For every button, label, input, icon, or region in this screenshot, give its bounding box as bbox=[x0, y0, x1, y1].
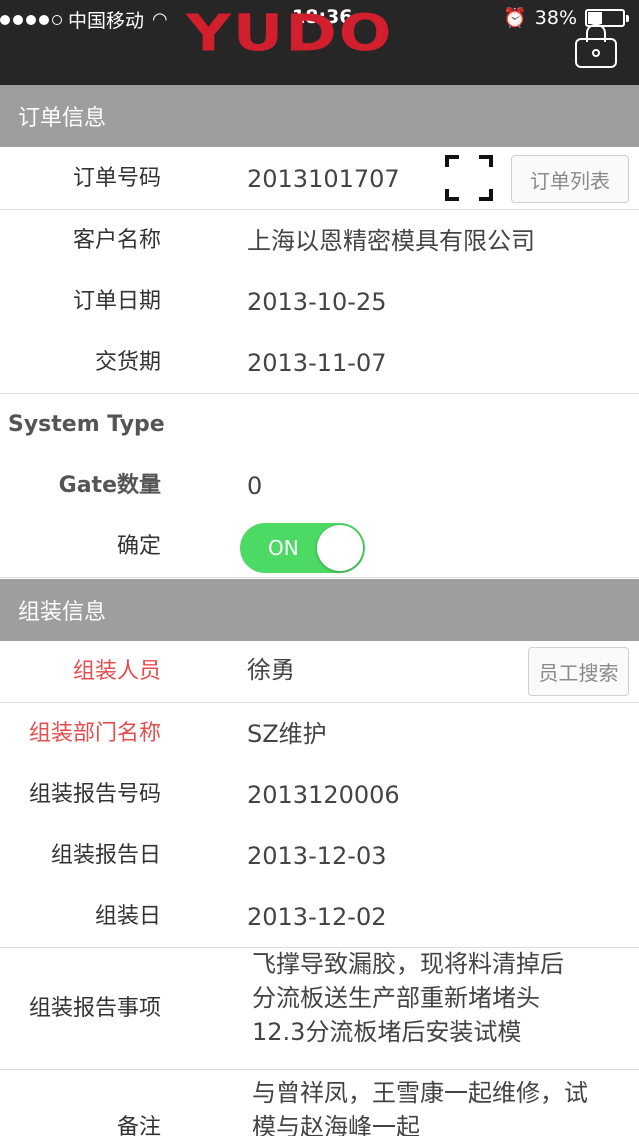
assembly-date-row: 组装日 2013-12-02 bbox=[0, 886, 639, 948]
customer-name-row: 客户名称 上海以恩精密模具有限公司 bbox=[0, 210, 639, 272]
order-list-button[interactable]: 订单列表 bbox=[511, 155, 629, 203]
confirm-toggle[interactable]: ON bbox=[240, 523, 365, 573]
report-items-line: 分流板送生产部重新堵堵头 bbox=[252, 984, 540, 1012]
order-date-value[interactable]: 2013-10-25 bbox=[247, 271, 386, 333]
gate-count-value[interactable]: 0 bbox=[247, 455, 262, 517]
report-date-label: 组装报告日 bbox=[50, 843, 161, 868]
confirm-label: 确定 bbox=[116, 534, 161, 559]
yudo-logo: YUDO bbox=[186, 3, 394, 63]
signal-dots-icon bbox=[0, 14, 62, 25]
customer-name-label: 客户名称 bbox=[72, 228, 161, 253]
customer-name-value[interactable]: 上海以恩精密模具有限公司 bbox=[247, 210, 535, 272]
report-items-line: 飞撑导致漏胶，现将料清掉后 bbox=[252, 950, 564, 978]
remarks-row: 备注 与曾祥凤，王雪康一起维修，试 模与赵海峰一起 bbox=[0, 1070, 639, 1136]
report-items-label: 组装报告事项 bbox=[28, 996, 161, 1021]
remarks-line: 模与赵海峰一起 bbox=[252, 1113, 420, 1136]
department-row: 组装部门名称 SZ维护 bbox=[0, 703, 639, 765]
department-value[interactable]: SZ维护 bbox=[247, 703, 327, 765]
remarks-label: 备注 bbox=[116, 1115, 161, 1136]
report-date-value[interactable]: 2013-12-03 bbox=[247, 825, 386, 887]
assembly-section-header: 组装信息 bbox=[0, 579, 639, 641]
order-number-value[interactable]: 2013101707 bbox=[247, 148, 400, 210]
report-number-value[interactable]: 2013120006 bbox=[247, 764, 400, 826]
battery-percent: 38% bbox=[534, 6, 577, 29]
delivery-date-label: 交货期 bbox=[94, 350, 161, 375]
report-items-text[interactable]: 飞撑导致漏胶，现将料清掉后 分流板送生产部重新堵堵头 12.3分流板堵后安装试模 bbox=[252, 948, 564, 1049]
gate-count-label: Gate数量 bbox=[58, 473, 161, 498]
delivery-date-row: 交货期 2013-11-07 bbox=[0, 332, 639, 394]
order-section-header: 订单信息 bbox=[0, 85, 639, 147]
toggle-on-text: ON bbox=[268, 536, 299, 560]
qr-scan-icon[interactable] bbox=[445, 155, 493, 201]
status-right: ⏰ 38% bbox=[503, 6, 629, 29]
assembly-date-label: 组装日 bbox=[94, 904, 161, 929]
remarks-text[interactable]: 与曾祥凤，王雪康一起维修，试 模与赵海峰一起 bbox=[252, 1076, 588, 1136]
order-date-row: 订单日期 2013-10-25 bbox=[0, 271, 639, 333]
assembler-value[interactable]: 徐勇 bbox=[247, 641, 295, 703]
system-type-label: System Type bbox=[8, 412, 165, 437]
order-number-label: 订单号码 bbox=[72, 166, 161, 191]
report-number-label: 组装报告号码 bbox=[28, 782, 161, 807]
department-label: 组装部门名称 bbox=[28, 721, 161, 746]
report-date-row: 组装报告日 2013-12-03 bbox=[0, 825, 639, 887]
report-items-line: 12.3分流板堵后安装试模 bbox=[252, 1018, 522, 1046]
remarks-line: 与曾祥凤，王雪康一起维修，试 bbox=[252, 1079, 588, 1107]
top-bar: 中国移动 ◠ 18:36 ⏰ 38% YUDO bbox=[0, 0, 639, 85]
carrier-group: 中国移动 ◠ bbox=[0, 6, 168, 33]
system-type-row: System Type bbox=[0, 394, 639, 456]
lock-icon[interactable] bbox=[575, 24, 617, 68]
report-items-row: 组装报告事项 飞撑导致漏胶，现将料清掉后 分流板送生产部重新堵堵头 12.3分流… bbox=[0, 948, 639, 1070]
toggle-knob bbox=[317, 525, 363, 571]
alarm-icon: ⏰ bbox=[503, 7, 527, 29]
order-date-label: 订单日期 bbox=[72, 289, 161, 314]
wifi-icon: ◠ bbox=[152, 9, 168, 30]
carrier-label: 中国移动 bbox=[68, 10, 145, 32]
report-number-row: 组装报告号码 2013120006 bbox=[0, 764, 639, 826]
assembly-date-value[interactable]: 2013-12-02 bbox=[247, 886, 386, 948]
gate-count-row: Gate数量 0 bbox=[0, 455, 639, 517]
staff-search-button[interactable]: 员工搜索 bbox=[528, 647, 629, 696]
assembler-label: 组装人员 bbox=[72, 659, 161, 684]
delivery-date-value[interactable]: 2013-11-07 bbox=[247, 332, 386, 394]
